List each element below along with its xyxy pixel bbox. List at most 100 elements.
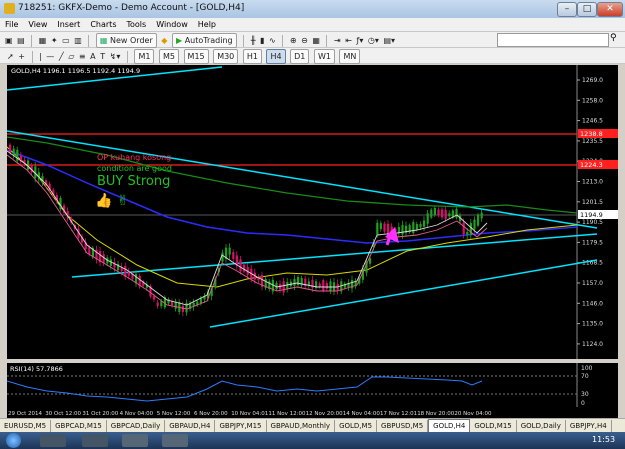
- candle-body: [480, 212, 483, 219]
- candle-body: [473, 219, 476, 230]
- arrows-tool-icon[interactable]: ↯▾: [110, 52, 121, 61]
- rsi-canvas[interactable]: RSI(14) 57.7866 100 70 30 0: [7, 363, 618, 407]
- candle-body: [401, 224, 404, 235]
- title-bar: 718251: GKFX-Demo - Demo Account - [GOLD…: [0, 0, 625, 19]
- price-axis-label: 1124.0: [582, 341, 603, 348]
- profiles-icon[interactable]: ▤: [17, 36, 25, 45]
- timeframe-w1[interactable]: W1: [313, 49, 335, 64]
- timeframe-m5[interactable]: M5: [159, 49, 179, 64]
- taskbar-app-media[interactable]: [82, 434, 108, 447]
- line-chart-icon[interactable]: ∿: [269, 36, 276, 45]
- new-order-button[interactable]: ▦ New Order: [95, 33, 157, 48]
- windows-taskbar: 11:53: [0, 432, 625, 449]
- time-axis-label: 17 Nov 12:01: [380, 411, 417, 417]
- timeframe-mn[interactable]: MN: [339, 49, 361, 64]
- crosshair-icon[interactable]: +: [18, 52, 25, 61]
- candle-body: [307, 281, 310, 285]
- band-white-line: [7, 150, 488, 306]
- candle-body: [199, 298, 202, 304]
- timeframe-d1[interactable]: D1: [290, 49, 310, 64]
- trendline-icon[interactable]: ╱: [59, 52, 64, 61]
- annotation-text-2: condition are good: [97, 164, 172, 173]
- menu-charts[interactable]: Charts: [85, 20, 121, 29]
- candle-body: [437, 209, 440, 216]
- metaeditor-icon[interactable]: ◆: [161, 36, 167, 45]
- search-icon[interactable]: ⚲: [610, 33, 617, 43]
- new-chart-icon[interactable]: ▣: [5, 36, 13, 45]
- candlestick-icon[interactable]: ▮: [260, 36, 264, 45]
- standard-toolbar: ▣ ▤ ▦ ✦ ▭ ▥ ▦ New Order ◆ ▶ AutoTrading …: [0, 32, 625, 48]
- timeframe-m1[interactable]: M1: [134, 49, 155, 64]
- text-tool-icon[interactable]: A: [90, 52, 95, 61]
- timeframe-h1[interactable]: H1: [242, 49, 262, 64]
- annotation-text-1: OP kuhang kosong: [97, 153, 171, 162]
- indicators-icon[interactable]: ƒ▾: [357, 36, 364, 45]
- cursor-icon[interactable]: ➚: [7, 52, 14, 61]
- menu-tools[interactable]: Tools: [121, 20, 151, 29]
- tile-windows-icon[interactable]: ▦: [312, 36, 320, 45]
- time-axis-label: 14 Nov 04:00: [343, 411, 381, 417]
- menu-help[interactable]: Help: [193, 20, 221, 29]
- candle-body: [466, 231, 469, 236]
- menu-window[interactable]: Window: [151, 20, 193, 29]
- price-chart-canvas[interactable]: 1269.01258.01246.51235.51224.01213.01201…: [7, 65, 618, 359]
- candle-body: [426, 213, 429, 224]
- menu-file[interactable]: File: [0, 20, 23, 29]
- zoom-out-icon[interactable]: ⊖: [301, 36, 308, 45]
- periods-icon[interactable]: ◷▾: [368, 36, 379, 45]
- candle-body: [462, 222, 465, 235]
- zoom-in-icon[interactable]: ⊕: [290, 36, 297, 45]
- timeframe-m30[interactable]: M30: [213, 49, 239, 64]
- ma-green-line: [7, 136, 578, 214]
- market-watch-icon[interactable]: ▦: [39, 36, 47, 45]
- autotrading-label: AutoTrading: [184, 36, 233, 45]
- bar-chart-icon[interactable]: ╫: [251, 36, 256, 45]
- candle-body: [423, 220, 426, 227]
- tab-gold-h4[interactable]: GOLD,H4: [428, 419, 471, 433]
- price-axis-label: 1179.5: [582, 239, 603, 246]
- time-axis: 29 Oct 2014 30 Oct 12:00 31 Oct 20:00 4 Nov…: [7, 407, 618, 418]
- menu-insert[interactable]: Insert: [52, 20, 85, 29]
- taskbar-app-terminal[interactable]: [162, 434, 188, 447]
- candle-body: [387, 223, 390, 235]
- candle-body: [412, 222, 415, 234]
- autotrading-button[interactable]: ▶ AutoTrading: [171, 33, 237, 48]
- menu-view[interactable]: View: [23, 20, 52, 29]
- menu-bar: File View Insert Charts Tools Window Help: [0, 18, 625, 32]
- price-tag-red-2: 1224.3: [580, 161, 603, 169]
- price-axis-label: 1201.5: [582, 199, 603, 206]
- search-input[interactable]: [497, 33, 609, 47]
- candle-body: [419, 223, 422, 228]
- vertical-line-icon[interactable]: |: [39, 52, 42, 61]
- label-tool-icon[interactable]: T: [100, 52, 105, 61]
- taskbar-app-explorer[interactable]: [40, 434, 66, 447]
- templates-icon[interactable]: ▤▾: [383, 36, 395, 45]
- channel-icon[interactable]: ▱: [68, 52, 74, 61]
- candle-body: [293, 279, 296, 286]
- timeframe-h4[interactable]: H4: [266, 49, 286, 64]
- horizontal-line-icon[interactable]: —: [46, 52, 54, 61]
- maximize-button[interactable]: □: [577, 2, 597, 17]
- minimize-button[interactable]: –: [557, 2, 577, 17]
- timeframe-m15[interactable]: M15: [183, 49, 209, 64]
- taskbar-app-chrome[interactable]: [122, 434, 148, 447]
- candle-body: [243, 264, 246, 272]
- candle-body: [379, 223, 382, 230]
- start-button[interactable]: [6, 433, 21, 448]
- candle-body: [160, 301, 163, 307]
- fibonacci-icon[interactable]: ≡: [79, 52, 86, 61]
- new-order-icon: ▦: [99, 36, 108, 45]
- close-button[interactable]: ✕: [597, 2, 623, 17]
- rsi-panel[interactable]: RSI(14) 57.7866 100 70 30 0: [7, 363, 618, 407]
- strategy-tester-icon[interactable]: ▥: [74, 36, 82, 45]
- autoscroll-icon[interactable]: ⇥: [334, 36, 341, 45]
- chart-shift-icon[interactable]: ⇤: [345, 36, 352, 45]
- candle-body: [221, 252, 224, 262]
- candle-body: [376, 222, 379, 235]
- candle-body: [322, 280, 325, 291]
- taskbar-clock: 11:53: [592, 435, 616, 444]
- terminal-icon[interactable]: ▭: [62, 36, 70, 45]
- price-chart[interactable]: 1269.01258.01246.51235.51224.01213.01201…: [7, 65, 618, 359]
- navigator-icon[interactable]: ✦: [51, 36, 58, 45]
- candle-body: [444, 209, 447, 219]
